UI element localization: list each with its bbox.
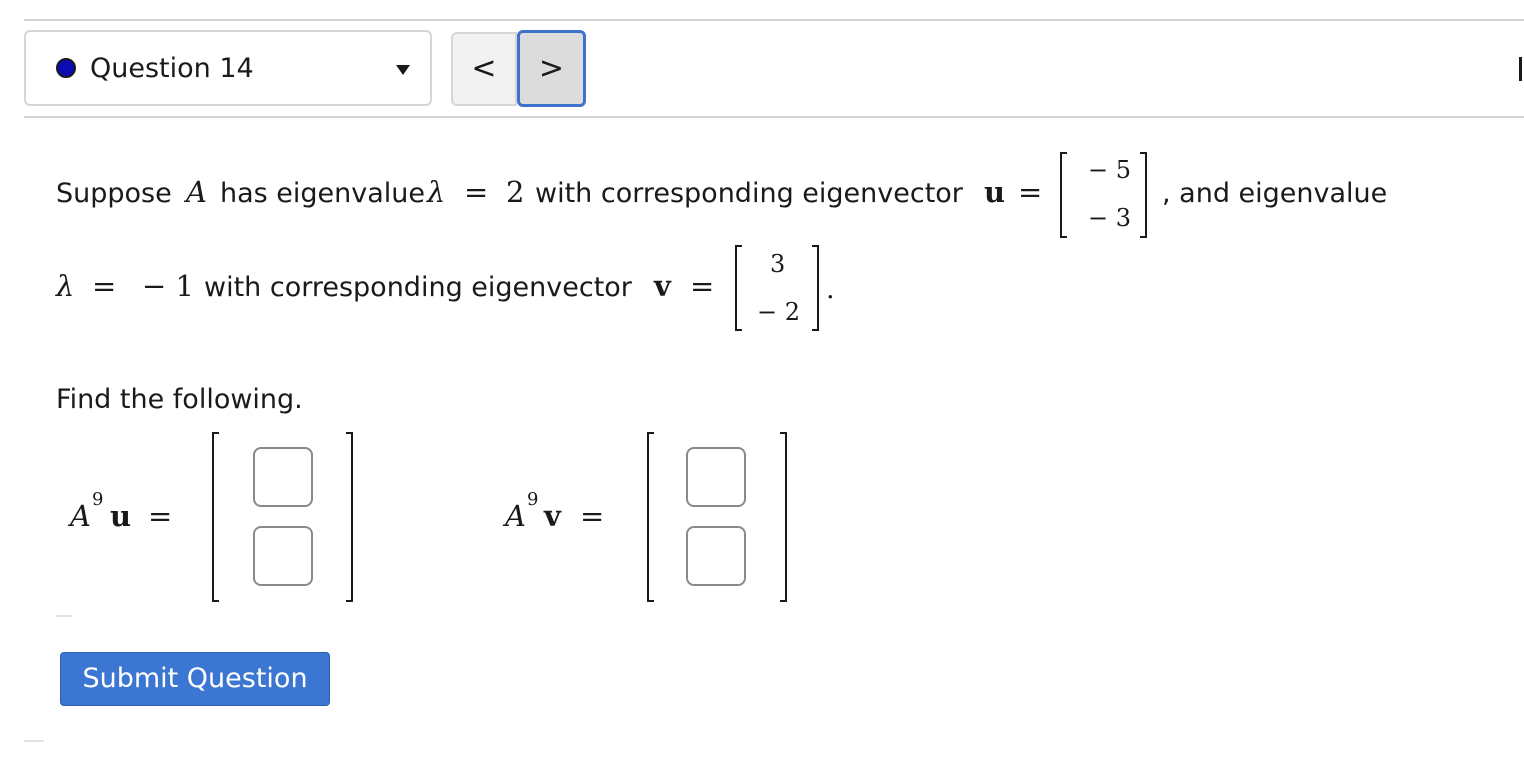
equals-sign-4: = bbox=[690, 269, 715, 303]
answer-u-matrix-symbol: A bbox=[70, 499, 91, 533]
vector-u-left-bracket bbox=[1060, 152, 1067, 238]
lambda-symbol-2: λ bbox=[56, 269, 75, 303]
answer-v-matrix-symbol: A bbox=[505, 499, 526, 533]
equals-sign-1: = bbox=[464, 175, 489, 209]
equals-sign-2: = bbox=[1018, 175, 1043, 209]
answer-u-right-bracket bbox=[346, 432, 353, 602]
question-page: Question 14 < > Suppose A has eigenvalue… bbox=[0, 0, 1524, 758]
matrix-a-symbol: A bbox=[186, 175, 207, 209]
answer-u-left-bracket bbox=[212, 432, 219, 602]
vector-u-symbol: u bbox=[984, 175, 1006, 209]
question-selector[interactable]: Question 14 bbox=[24, 30, 432, 106]
answer-u-vector-symbol: u bbox=[110, 499, 132, 533]
submit-question-button[interactable]: Submit Question bbox=[60, 652, 330, 706]
problem-text-and-eigenvalue: , and eigenvalue bbox=[1162, 178, 1388, 209]
lambda-symbol-1: λ bbox=[427, 175, 446, 209]
problem-text-with-eigenvector-1: with corresponding eigenvector bbox=[535, 178, 963, 209]
answer-u-equals: = bbox=[148, 499, 173, 533]
question-status-dot bbox=[56, 58, 76, 78]
next-question-button[interactable]: > bbox=[517, 30, 586, 107]
vector-v-entry-2: − 2 bbox=[757, 298, 801, 326]
answer-u-exponent: 9 bbox=[92, 489, 104, 510]
vector-v-entry-1: 3 bbox=[770, 250, 786, 278]
problem-text-with-eigenvector-2: with corresponding eigenvector bbox=[204, 272, 632, 303]
answer-v-input-2[interactable] bbox=[686, 526, 746, 586]
equals-sign-3: = bbox=[92, 269, 117, 303]
eigenvalue-1: 2 bbox=[506, 175, 525, 209]
answer-v-input-1[interactable] bbox=[686, 447, 746, 507]
answer-v-equals: = bbox=[580, 499, 605, 533]
top-divider bbox=[24, 19, 1524, 21]
header-divider bbox=[24, 116, 1524, 118]
eigenvalue-2: − 1 bbox=[142, 269, 194, 303]
previous-question-button[interactable]: < bbox=[451, 32, 517, 106]
period: . bbox=[826, 274, 835, 305]
answer-u-input-2[interactable] bbox=[253, 526, 313, 586]
vector-u-entry-2: − 3 bbox=[1088, 204, 1132, 232]
faint-divider-1 bbox=[56, 615, 72, 617]
question-selector-label: Question 14 bbox=[90, 53, 254, 84]
vector-v-left-bracket bbox=[735, 245, 742, 331]
instruction-text: Find the following. bbox=[56, 384, 303, 415]
vector-u-right-bracket bbox=[1140, 152, 1147, 238]
problem-text-suppose: Suppose bbox=[56, 178, 172, 209]
answer-u-input-1[interactable] bbox=[253, 447, 313, 507]
problem-text-has-eigenvalue: has eigenvalue bbox=[220, 178, 426, 209]
vector-v-symbol: v bbox=[654, 269, 671, 303]
vector-v-right-bracket bbox=[812, 245, 819, 331]
answer-v-left-bracket bbox=[647, 432, 654, 602]
edge-marker bbox=[1519, 57, 1522, 81]
answer-v-vector-symbol: v bbox=[544, 499, 561, 533]
caret-down-icon bbox=[396, 65, 410, 75]
answer-v-right-bracket bbox=[780, 432, 787, 602]
answer-v-exponent: 9 bbox=[527, 489, 539, 510]
faint-divider-2 bbox=[24, 740, 44, 742]
vector-u-entry-1: − 5 bbox=[1088, 156, 1132, 184]
